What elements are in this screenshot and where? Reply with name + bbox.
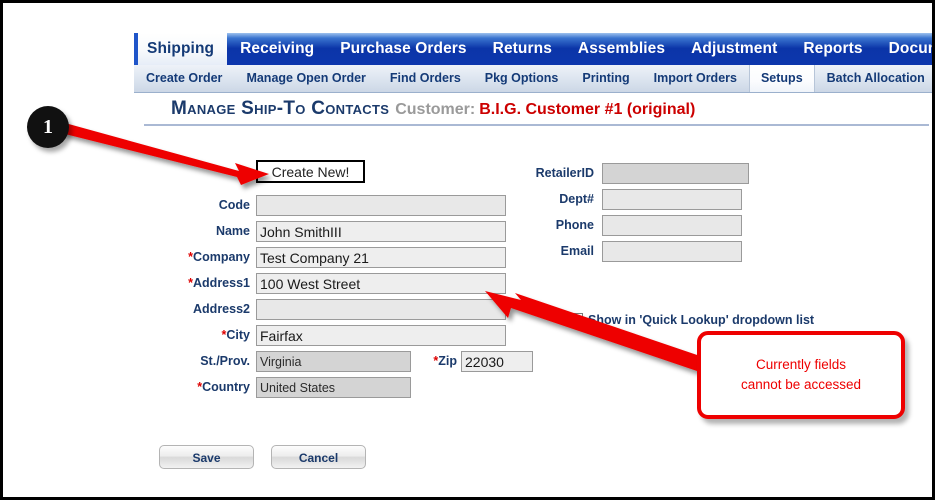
customer-name: B.I.G. Customer #1 (original)	[479, 101, 696, 118]
screenshot-root: Shipping Receiving Purchase Orders Returns A…	[0, 0, 935, 500]
label-text: Zip	[438, 354, 457, 368]
label-text: Address2	[193, 302, 250, 316]
quick-lookup-checkbox-label: Show in 'Quick Lookup' dropdown list	[588, 313, 815, 327]
customer-label: Customer:	[395, 101, 476, 118]
input-city[interactable]	[256, 325, 506, 346]
label-email: Email	[560, 244, 594, 258]
label-city: *City	[134, 325, 251, 346]
input-zip[interactable]	[461, 351, 533, 372]
input-st-prov[interactable]	[256, 351, 411, 372]
save-button[interactable]: Save	[159, 445, 254, 469]
input-company[interactable]	[256, 247, 506, 268]
page-title-line: Manage Ship-To Contacts Customer: B.I.G. C…	[134, 98, 932, 120]
main-menu-tab-assemblies[interactable]: Assemblies	[565, 33, 678, 65]
quick-lookup-checkbox-row[interactable]: Show in 'Quick Lookup' dropdown list	[570, 311, 814, 329]
input-code[interactable]	[256, 195, 506, 216]
label-country: *Country	[134, 377, 250, 398]
input-address2[interactable]	[256, 299, 506, 320]
label-name: Name	[134, 221, 250, 242]
input-dept[interactable]	[602, 189, 742, 210]
main-menu-tab-receiving[interactable]: Receiving	[227, 33, 327, 65]
title-divider	[144, 124, 929, 126]
label-text: Country	[202, 380, 250, 394]
input-email[interactable]	[602, 241, 742, 262]
label-dept: Dept#	[559, 192, 594, 206]
page-header: Manage Ship-To Contacts Customer: B.I.G. C…	[134, 98, 932, 126]
label-text: Company	[193, 250, 250, 264]
main-menu-tab-documen[interactable]: Documen	[876, 33, 932, 65]
sub-menu-tab-pkg-options[interactable]: Pkg Options	[473, 65, 571, 92]
input-phone[interactable]	[602, 215, 742, 236]
label-zip: *Zip	[412, 351, 457, 372]
input-address1[interactable]	[256, 273, 506, 294]
step-badge-1: 1	[27, 106, 69, 148]
main-menu-tab-purchase-orders[interactable]: Purchase Orders	[327, 33, 479, 65]
page-title: Manage Ship-To Contacts	[171, 98, 390, 119]
sub-menu-tab-setups[interactable]: Setups	[748, 65, 815, 92]
sub-menu-bar: Create Order Manage Open Order Find Orders…	[134, 65, 932, 93]
label-text: Name	[215, 224, 250, 238]
label-company: *Company	[134, 247, 250, 268]
sub-menu-tab-printing[interactable]: Printing	[570, 65, 641, 92]
sub-menu-tab-manage-open-order[interactable]: Manage Open Order	[234, 65, 377, 92]
label-code: Code	[134, 195, 250, 216]
main-menu-tab-shipping[interactable]: Shipping	[134, 33, 228, 65]
main-menu-bar: Shipping Receiving Purchase Orders Returns A…	[134, 33, 932, 65]
input-retailerid[interactable]	[602, 163, 749, 184]
main-menu-tab-returns[interactable]: Returns	[480, 33, 565, 65]
create-new-button[interactable]: Create New!	[256, 160, 365, 183]
label-address1: *Address1	[134, 273, 250, 294]
sub-menu-tab-create-order[interactable]: Create Order	[134, 65, 234, 92]
input-name[interactable]	[256, 221, 506, 242]
application-window: Shipping Receiving Purchase Orders Returns A…	[134, 33, 932, 469]
sub-menu-tab-import-orders[interactable]: Import Orders	[642, 65, 749, 92]
label-text: City	[226, 328, 250, 342]
label-phone: Phone	[555, 218, 594, 232]
quick-lookup-checkbox[interactable]	[570, 313, 583, 326]
sub-menu-tab-batch-allocation[interactable]: Batch Allocation	[815, 65, 932, 92]
cancel-button[interactable]: Cancel	[271, 445, 366, 469]
label-text: Address1	[193, 276, 250, 290]
label-retailerid: RetailerID	[535, 166, 594, 180]
ship-to-contact-form: Create New! CodeName*Company*Address1Add…	[134, 133, 932, 469]
main-menu-tab-adjustment[interactable]: Adjustment	[678, 33, 790, 65]
label-text: Code	[218, 198, 250, 212]
main-menu-tab-reports[interactable]: Reports	[790, 33, 875, 65]
sub-menu-tab-find-orders[interactable]: Find Orders	[378, 65, 473, 92]
input-country[interactable]	[256, 377, 411, 398]
label-text: St./Prov.	[200, 354, 250, 368]
label-address2: Address2	[134, 299, 250, 320]
label-st-prov: St./Prov.	[134, 351, 250, 372]
